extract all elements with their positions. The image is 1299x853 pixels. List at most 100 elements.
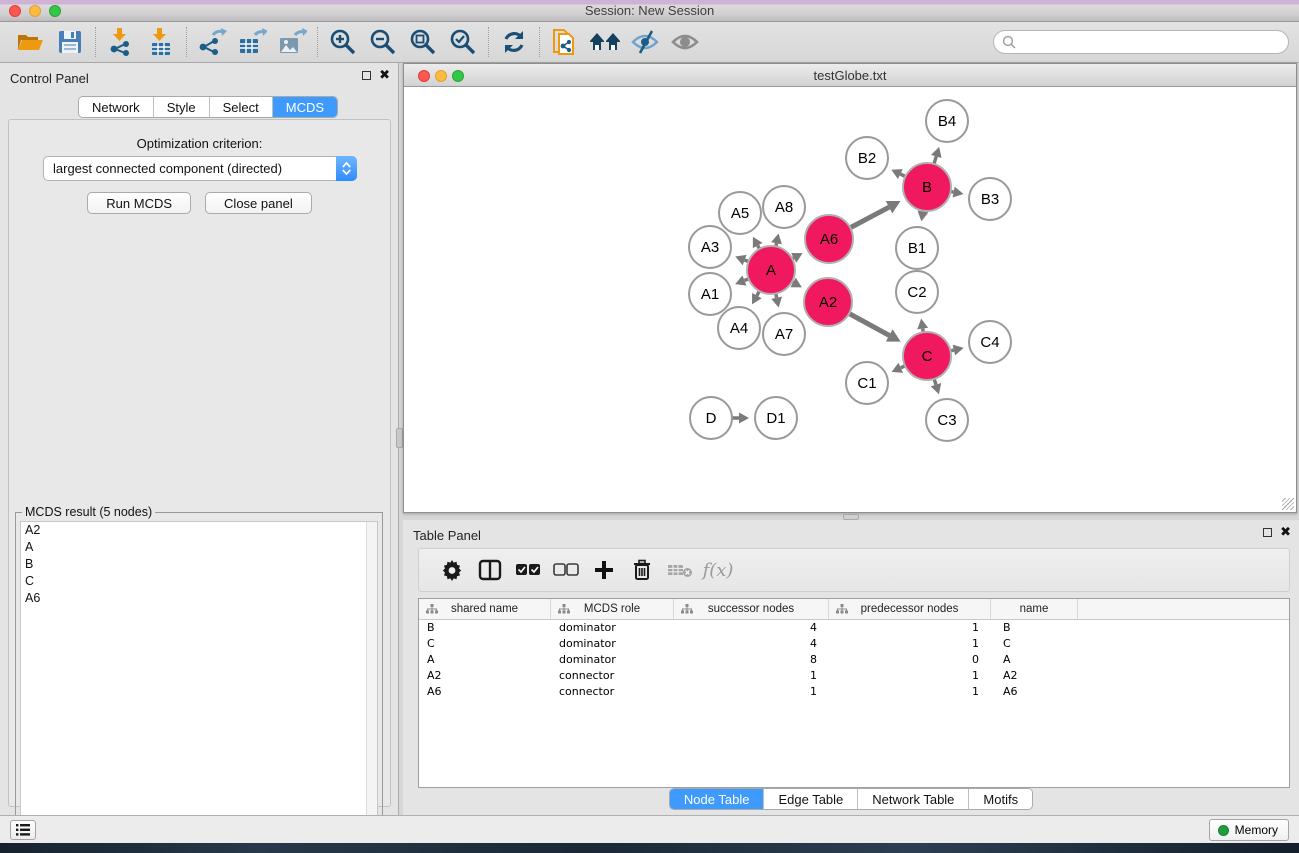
float-panel-icon[interactable] — [362, 71, 371, 80]
graph-node-B2[interactable]: B2 — [845, 136, 889, 180]
delete-icon[interactable] — [623, 552, 661, 588]
graph-node-C4[interactable]: C4 — [968, 320, 1012, 364]
network-window-titlebar[interactable]: testGlobe.txt — [404, 64, 1296, 87]
node-label: D — [706, 410, 717, 427]
node-label: A4 — [730, 320, 748, 337]
zoom-out-icon[interactable] — [363, 25, 403, 59]
hide-details-icon[interactable] — [625, 25, 665, 59]
zoom-selected-icon[interactable] — [443, 25, 483, 59]
column-header-MCDS-role[interactable]: MCDS role — [551, 599, 674, 619]
zoom-in-icon[interactable] — [323, 25, 363, 59]
control-panel: Control Panel ✖ NetworkStyleSelectMCDS O… — [0, 63, 399, 815]
criterion-dropdown[interactable]: largest connected component (directed) — [43, 156, 357, 181]
show-details-icon[interactable] — [665, 25, 705, 59]
network-document-icon[interactable] — [545, 25, 585, 59]
column-type-icon — [681, 604, 693, 617]
graph-node-C[interactable]: C — [902, 331, 952, 381]
graph-node-C3[interactable]: C3 — [925, 398, 969, 442]
deselect-all-icon[interactable] — [547, 552, 585, 588]
zoom-fit-icon[interactable] — [403, 25, 443, 59]
tab-edge-table[interactable]: Edge Table — [764, 789, 858, 809]
close-panel-button[interactable]: Close panel — [205, 192, 312, 214]
gear-icon[interactable] — [433, 552, 471, 588]
result-list-item[interactable]: A — [21, 539, 377, 556]
function-builder-icon: f(x) — [699, 552, 737, 588]
tab-network[interactable]: Network — [79, 97, 154, 117]
vertical-split-grip[interactable] — [396, 428, 403, 448]
open-folder-icon[interactable] — [10, 25, 50, 59]
result-list-item[interactable]: B — [21, 556, 377, 573]
result-list-scrollbar[interactable] — [366, 522, 377, 846]
column-header-name[interactable]: name — [991, 599, 1078, 619]
tab-network-table[interactable]: Network Table — [858, 789, 969, 809]
memory-button[interactable]: Memory — [1209, 819, 1289, 841]
tab-motifs[interactable]: Motifs — [969, 789, 1032, 809]
graph-node-B[interactable]: B — [902, 162, 952, 212]
result-list-item[interactable]: C — [21, 573, 377, 590]
table-row[interactable]: Adominator80A — [419, 652, 1289, 668]
column-header-successor-nodes[interactable]: successor nodes — [674, 599, 829, 619]
control-panel-title: Control Panel — [10, 71, 89, 86]
table-row[interactable]: A6connector11A6 — [419, 683, 1289, 699]
column-header-filler — [1078, 599, 1289, 619]
tab-style[interactable]: Style — [154, 97, 210, 117]
select-all-icon[interactable] — [509, 552, 547, 588]
graph-node-A2[interactable]: A2 — [803, 277, 853, 327]
close-table-panel-icon[interactable]: ✖ — [1280, 527, 1291, 537]
graph-node-A4[interactable]: A4 — [717, 306, 761, 350]
node-label: C4 — [980, 334, 999, 351]
tab-node-table[interactable]: Node Table — [670, 789, 765, 809]
graph-node-A7[interactable]: A7 — [762, 312, 806, 356]
graph-node-A5[interactable]: A5 — [718, 191, 762, 235]
task-history-button[interactable] — [10, 820, 36, 840]
table-row[interactable]: Bdominator41B — [419, 620, 1289, 636]
tab-select[interactable]: Select — [210, 97, 273, 117]
import-network-icon[interactable] — [101, 25, 141, 59]
float-table-panel-icon[interactable] — [1263, 528, 1272, 537]
result-list-item[interactable]: A6 — [21, 590, 377, 607]
column-header-shared-name[interactable]: shared name — [419, 599, 551, 619]
export-image-icon[interactable] — [272, 25, 312, 59]
column-type-icon — [426, 604, 438, 617]
table-panel-title: Table Panel — [413, 528, 481, 543]
window-resize-grip[interactable] — [1282, 498, 1294, 510]
search-box[interactable] — [993, 30, 1289, 54]
graph-node-B4[interactable]: B4 — [925, 99, 969, 143]
save-icon[interactable] — [50, 25, 90, 59]
mcds-result-list[interactable]: A2ABCA6 — [20, 521, 378, 847]
graph-node-B1[interactable]: B1 — [895, 226, 939, 270]
table-cell: 1 — [829, 637, 991, 650]
run-mcds-button[interactable]: Run MCDS — [87, 192, 191, 214]
graph-node-B3[interactable]: B3 — [968, 177, 1012, 221]
network-canvas[interactable]: B4B2BB3A5A8A6B1A3AC2A1A2A4A7C4CC1DD1C3 — [404, 88, 1296, 512]
search-input[interactable] — [1016, 33, 1288, 51]
graph-node-C2[interactable]: C2 — [895, 270, 939, 314]
criterion-value: largest connected component (directed) — [44, 161, 336, 176]
home-icon[interactable] — [585, 25, 625, 59]
node-label: A3 — [701, 239, 719, 256]
tab-mcds[interactable]: MCDS — [273, 97, 337, 117]
optimization-criterion-label: Optimization criterion: — [9, 136, 390, 151]
add-icon[interactable] — [585, 552, 623, 588]
result-list-item[interactable]: A2 — [21, 522, 377, 539]
column-icon[interactable] — [471, 552, 509, 588]
table-row[interactable]: Cdominator41C — [419, 636, 1289, 652]
graph-node-D1[interactable]: D1 — [754, 396, 798, 440]
column-header-label: shared name — [451, 603, 518, 615]
graph-node-C1[interactable]: C1 — [845, 361, 889, 405]
export-network-icon[interactable] — [192, 25, 232, 59]
graph-node-A3[interactable]: A3 — [688, 225, 732, 269]
export-table-icon[interactable] — [232, 25, 272, 59]
node-label: A7 — [775, 326, 793, 343]
refresh-icon[interactable] — [494, 25, 534, 59]
node-table[interactable]: shared name MCDS rolesuccessor nodesprede… — [418, 598, 1290, 788]
import-table-icon[interactable] — [141, 25, 181, 59]
graph-node-D[interactable]: D — [689, 396, 733, 440]
column-header-predecessor-nodes[interactable]: predecessor nodes — [829, 599, 991, 619]
graph-node-A8[interactable]: A8 — [762, 185, 806, 229]
toolbar-separator — [95, 27, 96, 57]
graph-node-A[interactable]: A — [746, 245, 796, 295]
graph-node-A6[interactable]: A6 — [804, 214, 854, 264]
close-panel-icon[interactable]: ✖ — [379, 70, 390, 80]
table-row[interactable]: A2connector11A2 — [419, 667, 1289, 683]
